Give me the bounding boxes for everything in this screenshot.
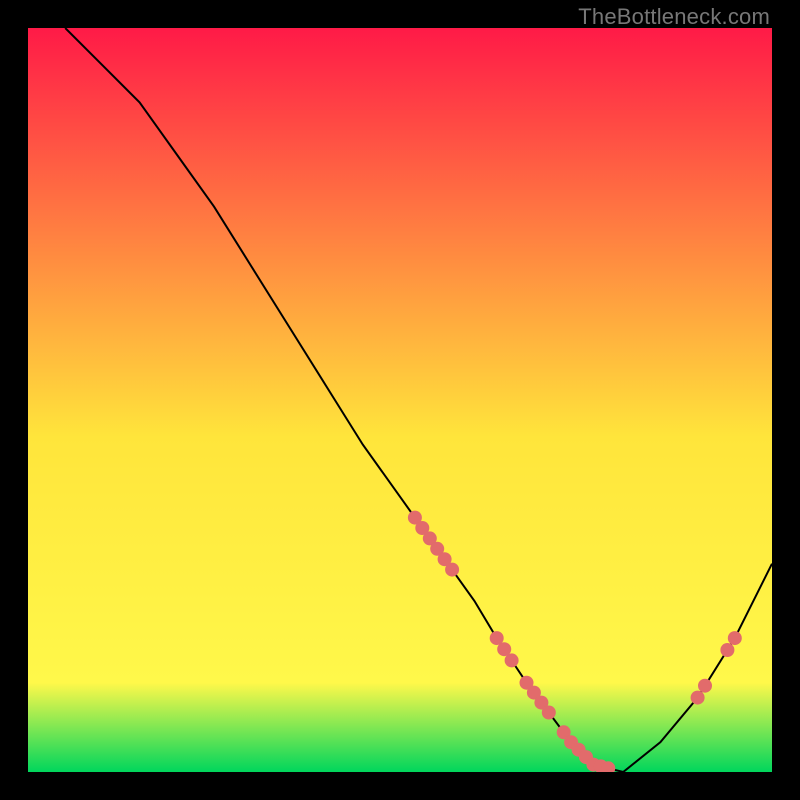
gradient-background (28, 28, 772, 772)
bottleneck-chart (28, 28, 772, 772)
data-point (505, 653, 519, 667)
data-point (728, 631, 742, 645)
chart-frame (28, 28, 772, 772)
data-point (691, 691, 705, 705)
data-point (698, 679, 712, 693)
watermark-text: TheBottleneck.com (578, 4, 770, 30)
data-point (720, 643, 734, 657)
data-point (445, 563, 459, 577)
data-point (542, 706, 556, 720)
